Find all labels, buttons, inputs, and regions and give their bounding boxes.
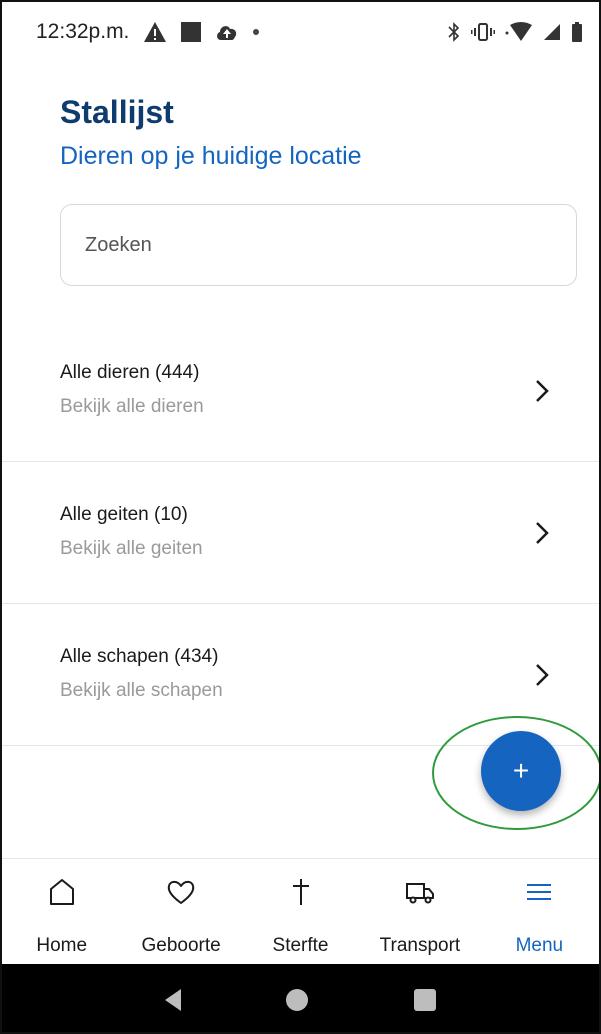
chevron-right-icon (536, 380, 549, 402)
vibrate-icon (471, 23, 495, 41)
recent-apps-icon[interactable] (414, 989, 437, 1011)
wifi-icon (505, 22, 533, 42)
home-icon (49, 879, 74, 905)
list-item-subtitle: Bekijk alle geiten (60, 538, 203, 559)
list-item-subtitle: Bekijk alle dieren (60, 396, 204, 417)
signal-icon (543, 23, 561, 41)
nav-label: Sterfte (272, 935, 329, 956)
cloud-upload-icon (215, 23, 239, 41)
add-button[interactable]: + (481, 731, 561, 811)
page-title: Stallijst (60, 94, 174, 130)
nav-label: Transport (379, 935, 461, 956)
bottom-nav: Home Geboorte Sterfte Transport Menu (2, 858, 599, 964)
nav-item-home[interactable]: Home (2, 859, 121, 964)
bluetooth-icon (447, 22, 461, 42)
heart-icon (167, 880, 195, 904)
square-notification-icon (181, 22, 202, 42)
page-subtitle: Dieren op je huidige locatie (60, 142, 362, 170)
status-bar: 12:32p.m. (2, 2, 599, 62)
list-item-alle-schapen[interactable]: Alle schapen (434) Bekijk alle schapen (2, 604, 599, 746)
menu-icon (527, 884, 552, 900)
list-item-title: Alle dieren (444) (60, 362, 200, 383)
status-time: 12:32p.m. (36, 20, 130, 43)
warning-icon (143, 21, 167, 43)
truck-icon (405, 883, 434, 904)
nav-label: Geboorte (141, 935, 221, 956)
system-nav-bar (2, 964, 599, 1032)
status-left: 12:32p.m. (36, 20, 260, 44)
nav-label: Home (36, 935, 88, 956)
battery-icon (571, 22, 583, 42)
status-right (447, 22, 583, 42)
dot-icon (253, 29, 260, 35)
nav-label: Menu (515, 935, 564, 956)
chevron-right-icon (536, 522, 549, 544)
search-box (60, 204, 577, 286)
list-item-subtitle: Bekijk alle schapen (60, 680, 223, 701)
plus-icon: + (512, 755, 530, 786)
search-input[interactable] (61, 205, 576, 285)
list-item-title: Alle geiten (10) (60, 504, 188, 525)
cross-icon (292, 879, 309, 905)
nav-item-menu[interactable]: Menu (480, 859, 599, 964)
back-icon[interactable] (164, 989, 181, 1011)
list-item-title: Alle schapen (434) (60, 646, 219, 667)
chevron-right-icon (536, 664, 549, 686)
list-item-alle-dieren[interactable]: Alle dieren (444) Bekijk alle dieren (2, 320, 599, 462)
nav-item-sterfte[interactable]: Sterfte (241, 859, 360, 964)
app-screen: 12:32p.m. Stallijst Dieren op je huidige… (0, 0, 601, 1034)
nav-item-transport[interactable]: Transport (360, 859, 479, 964)
list-item-alle-geiten[interactable]: Alle geiten (10) Bekijk alle geiten (2, 462, 599, 604)
nav-item-geboorte[interactable]: Geboorte (121, 859, 240, 964)
home-circle-icon[interactable] (286, 989, 309, 1011)
